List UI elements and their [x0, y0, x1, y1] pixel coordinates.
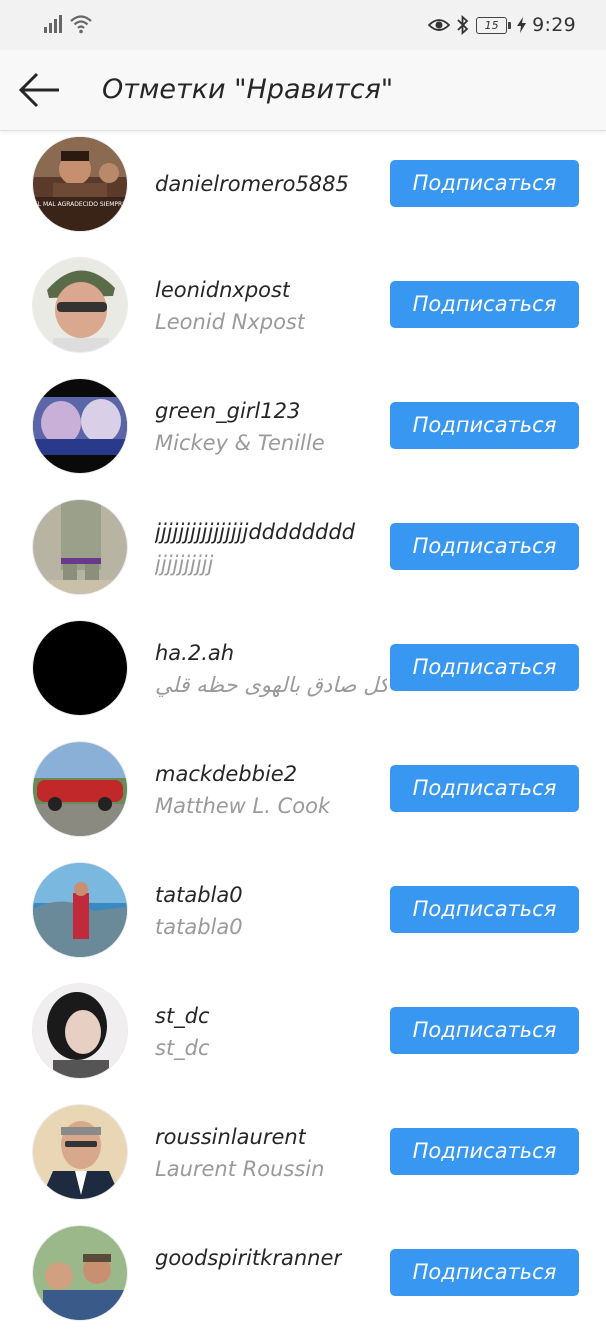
full-name: Laurent Roussin: [155, 1157, 325, 1181]
status-bar: 15 9:29: [0, 0, 606, 50]
full-name: كل صادق بالهوى حظه قلي..: [155, 673, 387, 697]
wifi-icon: [70, 15, 92, 34]
full-name: Matthew L. Cook: [155, 794, 331, 818]
username[interactable]: goodspiritkranner: [155, 1246, 342, 1270]
follow-button[interactable]: Подписаться: [390, 160, 579, 207]
avatar-caption: EL MAL AGRADECIDO SIEMPRE: [34, 201, 126, 208]
username[interactable]: jjjjjjjjjjjjjjjjdddddddd: [155, 520, 355, 544]
list-item[interactable]: roussinlaurent Laurent Roussin Подписать…: [0, 1099, 606, 1220]
list-item[interactable]: mackdebbie2 Matthew L. Cook Подписаться: [0, 736, 606, 857]
avatar[interactable]: [33, 258, 127, 352]
battery-level: 15: [484, 18, 499, 32]
avatar[interactable]: [33, 500, 127, 594]
username[interactable]: st_dc: [155, 1004, 210, 1028]
follow-button[interactable]: Подписаться: [390, 402, 579, 449]
avatar[interactable]: [33, 379, 127, 473]
full-name: tatabla0: [155, 915, 243, 939]
app-header: Отметки "Нравится": [0, 50, 606, 131]
signal-icon: [44, 15, 62, 33]
avatar[interactable]: [33, 1105, 127, 1199]
page-title: Отметки "Нравится": [102, 74, 394, 105]
follow-button[interactable]: Подписаться: [390, 523, 579, 570]
charging-icon: [517, 17, 527, 33]
follow-button[interactable]: Подписаться: [390, 1128, 579, 1175]
username[interactable]: mackdebbie2: [155, 762, 297, 786]
list-item[interactable]: green_girl123 Mickey & Tenille Подписать…: [0, 373, 606, 494]
avatar[interactable]: [33, 984, 127, 1078]
list-item[interactable]: goodspiritkranner Подписаться: [0, 1220, 606, 1341]
username[interactable]: ha.2.ah: [155, 641, 234, 665]
username[interactable]: danielromero5885: [155, 172, 349, 196]
follow-button[interactable]: Подписаться: [390, 765, 579, 812]
avatar[interactable]: [33, 863, 127, 957]
full-name: Leonid Nxpost: [155, 310, 306, 334]
follow-button[interactable]: Подписаться: [390, 281, 579, 328]
username[interactable]: leonidnxpost: [155, 278, 290, 302]
full-name: jjjjjjjjjj: [155, 552, 214, 576]
follow-button[interactable]: Подписаться: [390, 1249, 579, 1296]
list-item[interactable]: EL MAL AGRADECIDO SIEMPRE danielromero58…: [0, 131, 606, 252]
battery-icon: 15: [476, 16, 512, 34]
username[interactable]: green_girl123: [155, 399, 300, 423]
arrow-left-icon[interactable]: [18, 72, 62, 108]
avatar[interactable]: [33, 742, 127, 836]
bluetooth-icon: [457, 15, 469, 35]
list-item[interactable]: tatabla0 tatabla0 Подписаться: [0, 857, 606, 978]
username[interactable]: roussinlaurent: [155, 1125, 306, 1149]
list-item[interactable]: jjjjjjjjjjjjjjjjdddddddd jjjjjjjjjj Подп…: [0, 494, 606, 615]
list-item[interactable]: st_dc st_dc Подписаться: [0, 978, 606, 1099]
follow-button[interactable]: Подписаться: [390, 1007, 579, 1054]
username[interactable]: tatabla0: [155, 883, 243, 907]
avatar[interactable]: [33, 621, 127, 715]
list-item[interactable]: ha.2.ah كل صادق بالهوى حظه قلي.. Подписа…: [0, 615, 606, 736]
list-item[interactable]: leonidnxpost Leonid Nxpost Подписаться: [0, 252, 606, 373]
follow-button[interactable]: Подписаться: [390, 644, 579, 691]
clock: 9:29: [532, 14, 576, 36]
avatar[interactable]: [33, 1226, 127, 1320]
full-name: st_dc: [155, 1036, 210, 1060]
eye-icon: [428, 19, 451, 31]
follow-button[interactable]: Подписаться: [390, 886, 579, 933]
full-name: Mickey & Tenille: [155, 431, 325, 455]
avatar[interactable]: EL MAL AGRADECIDO SIEMPRE: [33, 137, 127, 231]
